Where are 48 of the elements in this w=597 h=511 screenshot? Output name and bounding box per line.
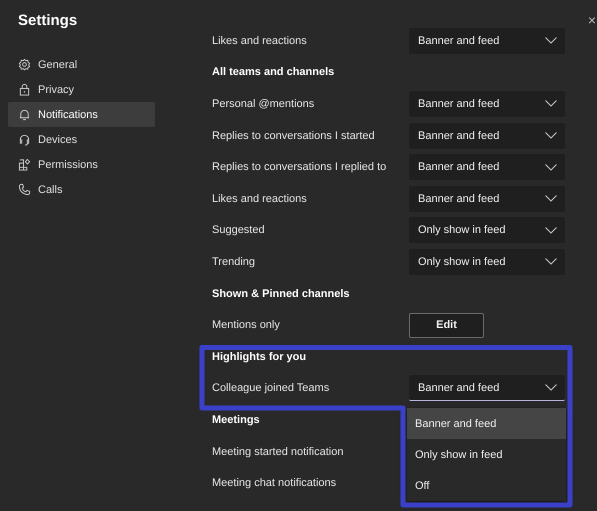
headset-icon: [18, 133, 31, 146]
gear-icon: [18, 58, 31, 71]
dropdown[interactable]: Banner and feed: [409, 90, 565, 117]
window-title: Settings: [18, 12, 78, 30]
setting-label: Personal @mentions: [212, 98, 314, 110]
close-icon[interactable]: ×: [588, 12, 596, 28]
chevron-down-icon: [545, 164, 557, 171]
bell-icon: [18, 108, 31, 121]
sidebar-item[interactable]: Permissions: [8, 152, 155, 177]
chevron-down-icon: [545, 226, 557, 234]
chevron-down-icon: [545, 37, 557, 44]
dropdown[interactable]: Banner and feed: [409, 186, 565, 212]
chevron-down-icon: [545, 132, 557, 140]
edit-button[interactable]: Edit: [409, 312, 484, 338]
setting-label: Replies to conversations I started: [212, 130, 375, 142]
lock-icon: [18, 83, 31, 96]
chevron-down-icon: [545, 195, 557, 202]
section-heading: Meetings: [212, 414, 260, 426]
menu-option[interactable]: Banner and feed: [407, 408, 566, 440]
setting-label: Likes and reactions: [212, 34, 307, 47]
chevron-down-icon: [545, 384, 557, 392]
section-heading: Highlights for you: [212, 350, 306, 363]
menu-option[interactable]: Off: [407, 470, 566, 502]
phone-icon: [18, 183, 31, 196]
sidebar-item[interactable]: Privacy: [8, 77, 155, 102]
chevron-down-icon: [545, 258, 557, 266]
setting-label: Likes and reactions: [212, 192, 307, 205]
setting-label: Replies to conversations I replied to: [212, 161, 386, 174]
dropdown[interactable]: Banner and feed: [409, 154, 565, 180]
dropdown[interactable]: Banner and feed: [409, 28, 565, 54]
setting-label: Trending: [212, 256, 256, 268]
setting-label: Suggested: [212, 224, 265, 236]
sidebar-item[interactable]: General: [8, 52, 155, 77]
section-heading: All teams and channels: [212, 66, 334, 78]
sidebar-item[interactable]: Calls: [8, 177, 155, 202]
sidebar-item[interactable]: Devices: [8, 127, 155, 152]
section-heading: Shown & Pinned channels: [212, 288, 350, 300]
dropdown[interactable]: Only show in feed: [409, 217, 565, 244]
setting-label: Meeting chat notifications: [212, 477, 336, 490]
sidebar-item[interactable]: Notifications: [8, 102, 155, 127]
setting-label: Mentions only: [212, 319, 280, 332]
setting-label: Meeting started notification: [212, 446, 344, 458]
chevron-down-icon: [545, 100, 557, 108]
setting-label: Colleague joined Teams: [212, 382, 330, 394]
grid-icon: [18, 158, 31, 171]
menu-option[interactable]: Only show in feed: [407, 439, 566, 470]
dropdown[interactable]: Only show in feed: [409, 248, 565, 275]
dropdown[interactable]: Banner and feed: [409, 122, 565, 149]
